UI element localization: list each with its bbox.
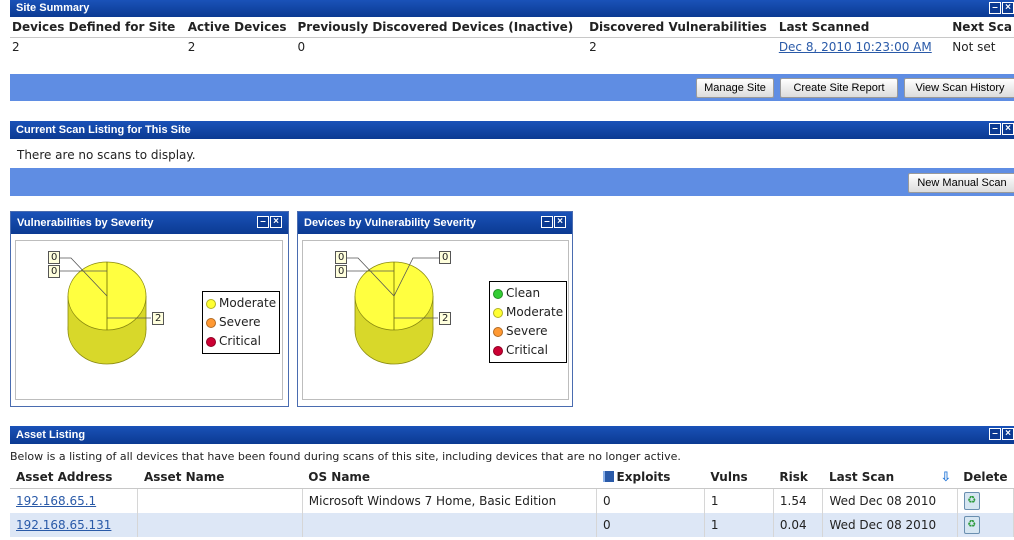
last-scan-cell: Wed Dec 08 2010 [822, 488, 958, 513]
legend-critical-dot [206, 336, 216, 347]
risk-cell: 0.04 [773, 513, 824, 537]
column-header: Discovered Vulnerabilities [589, 20, 767, 34]
inactive-devices-value: 0 [295, 37, 588, 56]
scan-listing-title: Current Scan Listing for This Site [16, 124, 191, 136]
data-label: 2 [152, 312, 165, 325]
legend-critical-dot [493, 345, 503, 356]
legend-item: Severe [206, 313, 276, 332]
table-row: 192.168.65.1 Microsoft Windows 7 Home, B… [10, 488, 1014, 513]
asset-name-cell [137, 488, 303, 513]
column-header-risk[interactable]: Risk [773, 466, 823, 489]
site-summary-title: Site Summary [16, 2, 90, 14]
delete-cell: ♻ [957, 513, 1014, 537]
asset-table: Asset Address Asset Name OS Name Exploit… [10, 466, 1014, 537]
exploits-icon [602, 471, 614, 482]
scan-listing-header: Current Scan Listing for This Site – × [10, 121, 1014, 139]
table-row: 192.168.65.131 0 1 0.04 Wed Dec 08 2010 … [10, 513, 1014, 537]
data-label: 0 [335, 251, 348, 264]
legend-item: Critical [493, 341, 563, 360]
chart-legend: Clean Moderate Severe Critical [489, 281, 568, 363]
next-scan-value: Not set [950, 37, 1014, 56]
legend-moderate-dot [493, 307, 503, 318]
manage-site-button[interactable]: Manage Site [696, 78, 774, 98]
legend-item: Critical [206, 332, 276, 351]
os-name-cell: Microsoft Windows 7 Home, Basic Edition [302, 488, 598, 513]
sort-descending-icon[interactable]: ⇩ [940, 470, 951, 485]
legend-moderate-dot [206, 298, 216, 309]
widget-title: Vulnerabilities by Severity [17, 217, 154, 229]
legend-severe-dot [206, 317, 216, 328]
legend-severe-dot [493, 326, 503, 337]
legend-item: Clean [493, 284, 563, 303]
column-header-exploits[interactable]: Exploits [596, 466, 705, 489]
no-scans-message: There are no scans to display. [17, 148, 196, 162]
last-scan-cell: Wed Dec 08 2010 [822, 513, 958, 537]
view-scan-history-button[interactable]: View Scan History [904, 78, 1014, 98]
data-label: 0 [335, 265, 348, 278]
devices-by-vulnerability-severity-widget: Devices by Vulnerability Severity – × 0 … [297, 211, 573, 407]
minimize-icon[interactable]: – [989, 2, 1001, 14]
minimize-icon[interactable]: – [989, 428, 1001, 440]
site-summary-table: Devices Defined for Site Active Devices … [10, 17, 1014, 56]
widget-header: Devices by Vulnerability Severity – × [298, 212, 572, 234]
column-header-address[interactable]: Asset Address [10, 466, 138, 489]
asset-listing-description: Below is a listing of all devices that h… [10, 450, 681, 463]
chart-legend: Moderate Severe Critical [202, 291, 281, 354]
data-label: 0 [48, 265, 61, 278]
exploits-cell: 0 [596, 488, 705, 513]
column-header-delete: Delete [957, 466, 1014, 489]
create-site-report-button[interactable]: Create Site Report [780, 78, 898, 98]
asset-name-cell [137, 513, 303, 537]
asset-listing-header: Asset Listing – × [10, 426, 1014, 444]
minimize-icon[interactable]: – [989, 123, 1001, 135]
asset-address-link[interactable]: 192.168.65.1 [16, 494, 96, 508]
site-summary-header: Site Summary – × [10, 0, 1014, 17]
chart-area: 0 0 0 2 Clean Moderate Severe Critical [302, 240, 569, 400]
close-icon[interactable]: × [270, 216, 282, 228]
column-header-name[interactable]: Asset Name [137, 466, 303, 489]
close-icon[interactable]: × [554, 216, 566, 228]
column-header: Next Sca [952, 20, 1012, 34]
recycle-bin-icon[interactable]: ♻ [963, 516, 980, 534]
close-icon[interactable]: × [1002, 428, 1014, 440]
vulns-cell: 1 [704, 488, 774, 513]
minimize-icon[interactable]: – [257, 216, 269, 228]
discovered-vulns-value: 2 [587, 37, 777, 56]
minimize-icon[interactable]: – [541, 216, 553, 228]
column-header: Last Scanned [778, 20, 870, 34]
column-header: Active Devices [187, 20, 287, 34]
data-label: 2 [439, 312, 452, 325]
site-summary-toolbar: Manage Site Create Site Report View Scan… [10, 74, 1014, 101]
active-devices-value: 2 [185, 37, 296, 56]
new-manual-scan-button[interactable]: New Manual Scan [908, 173, 1014, 193]
legend-clean-dot [493, 288, 503, 299]
widget-title: Devices by Vulnerability Severity [304, 217, 477, 229]
recycle-bin-icon[interactable]: ♻ [963, 492, 980, 510]
column-header: Devices Defined for Site [12, 20, 176, 34]
column-header: Previously Discovered Devices (Inactive) [297, 20, 574, 34]
column-header-vulns[interactable]: Vulns [704, 466, 774, 489]
vulnerabilities-by-severity-widget: Vulnerabilities by Severity – × 0 0 2 Mo… [10, 211, 289, 407]
os-name-cell [302, 513, 598, 537]
close-icon[interactable]: × [1002, 123, 1014, 135]
legend-item: Moderate [493, 303, 563, 322]
widget-header: Vulnerabilities by Severity – × [11, 212, 288, 234]
scan-listing-toolbar: New Manual Scan [10, 168, 1014, 196]
exploits-cell: 0 [596, 513, 705, 537]
close-icon[interactable]: × [1002, 2, 1014, 14]
data-label: 0 [48, 251, 61, 264]
column-header-os[interactable]: OS Name [302, 466, 597, 489]
legend-item: Severe [493, 322, 563, 341]
vulns-cell: 1 [704, 513, 774, 537]
last-scanned-link[interactable]: Dec 8, 2010 10:23:00 AM [779, 40, 932, 54]
asset-address-link[interactable]: 192.168.65.131 [16, 518, 111, 532]
asset-listing-title: Asset Listing [16, 429, 86, 441]
risk-cell: 1.54 [773, 488, 824, 513]
devices-defined-value: 2 [10, 37, 186, 56]
chart-area: 0 0 2 Moderate Severe Critical [15, 240, 283, 400]
data-label: 0 [439, 251, 452, 264]
legend-item: Moderate [206, 294, 276, 313]
delete-cell: ♻ [957, 488, 1014, 513]
column-header-last-scan[interactable]: Last Scan ⇩ [822, 466, 958, 489]
